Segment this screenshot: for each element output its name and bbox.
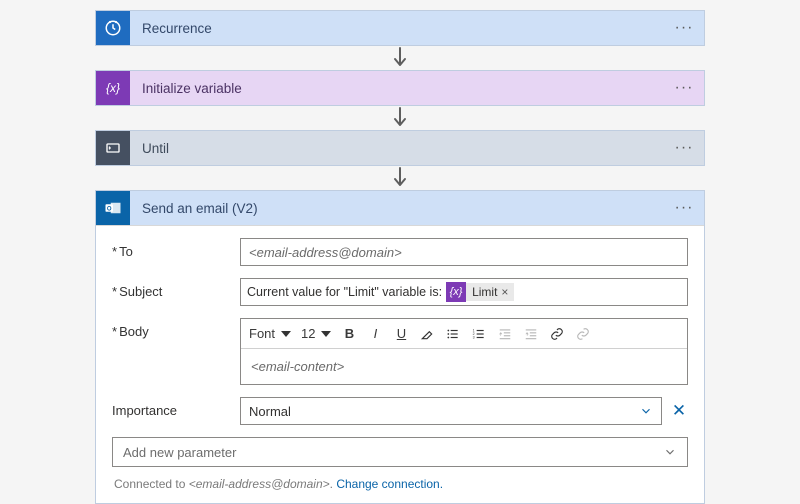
underline-button[interactable]: U	[389, 322, 413, 346]
ellipsis-icon[interactable]: ···	[664, 139, 704, 157]
svg-text:3: 3	[473, 335, 475, 339]
add-new-parameter[interactable]: Add new parameter	[112, 437, 688, 467]
font-size-value: 12	[301, 326, 315, 341]
clock-icon	[96, 11, 130, 45]
remove-parameter-button[interactable]: ✕	[670, 402, 688, 420]
italic-button[interactable]: I	[363, 322, 387, 346]
importance-value: Normal	[249, 404, 291, 419]
loop-icon	[96, 131, 130, 165]
indent-button[interactable]	[519, 322, 543, 346]
row-body: Body Font 12 B	[112, 318, 688, 385]
connected-to-label: Connected to	[114, 477, 189, 491]
label-to: To	[112, 238, 240, 259]
token-label-text: Limit	[472, 285, 497, 299]
step-title: Initialize variable	[130, 81, 664, 96]
outdent-button[interactable]	[493, 322, 517, 346]
token-limit[interactable]: {x} Limit ×	[446, 282, 514, 302]
chevron-down-icon	[639, 404, 653, 418]
variable-token-icon: {x}	[446, 282, 466, 302]
step-header-until[interactable]: Until ···	[96, 131, 704, 165]
step-title: Send an email (V2)	[130, 201, 664, 216]
row-subject: Subject Current value for "Limit" variab…	[112, 278, 688, 306]
link-button[interactable]	[545, 322, 569, 346]
step-title: Recurrence	[130, 21, 664, 36]
outlook-icon: O	[96, 191, 130, 225]
flow-arrow	[393, 166, 407, 190]
input-subject[interactable]: Current value for "Limit" variable is: {…	[240, 278, 688, 306]
step-title: Until	[130, 141, 664, 156]
variable-icon: {x}	[96, 71, 130, 105]
subject-text: Current value for "Limit" variable is:	[247, 285, 442, 299]
bold-button[interactable]: B	[337, 322, 361, 346]
font-label: Font	[249, 326, 275, 341]
number-list-button[interactable]: 123	[467, 322, 491, 346]
connection-footer: Connected to <email-address@domain>. Cha…	[112, 467, 688, 493]
step-initialize-variable[interactable]: {x} Initialize variable ···	[95, 70, 705, 106]
label-subject: Subject	[112, 278, 240, 299]
font-size-select[interactable]: 12	[297, 322, 335, 346]
input-to[interactable]: <email-address@domain>	[240, 238, 688, 266]
svg-text:O: O	[107, 206, 112, 212]
row-to: To <email-address@domain>	[112, 238, 688, 266]
connection-email: <email-address@domain>	[189, 477, 330, 491]
step-header-initvar[interactable]: {x} Initialize variable ···	[96, 71, 704, 105]
step-header-email[interactable]: O Send an email (V2) ···	[96, 191, 704, 225]
change-connection-link[interactable]: Change connection.	[336, 477, 443, 491]
step-header-recurrence[interactable]: Recurrence ···	[96, 11, 704, 45]
add-param-label: Add new parameter	[123, 445, 236, 460]
label-importance: Importance	[112, 397, 240, 418]
step-recurrence[interactable]: Recurrence ···	[95, 10, 705, 46]
highlight-button[interactable]	[415, 322, 439, 346]
input-body[interactable]: <email-content>	[241, 349, 687, 384]
ellipsis-icon[interactable]: ···	[664, 19, 704, 37]
unlink-button[interactable]	[571, 322, 595, 346]
ellipsis-icon[interactable]: ···	[664, 79, 704, 97]
flow-arrow	[393, 46, 407, 70]
chevron-down-icon	[663, 445, 677, 459]
step-send-email: O Send an email (V2) ··· To <email-addre…	[95, 190, 705, 504]
bullet-list-button[interactable]	[441, 322, 465, 346]
label-body: Body	[112, 318, 240, 339]
ellipsis-icon[interactable]: ···	[664, 199, 704, 217]
step-until[interactable]: Until ···	[95, 130, 705, 166]
flow-arrow	[393, 106, 407, 130]
row-importance: Importance Normal ✕	[112, 397, 688, 425]
select-importance[interactable]: Normal	[240, 397, 662, 425]
rte-toolbar: Font 12 B I U	[241, 319, 687, 349]
rich-text-editor: Font 12 B I U	[240, 318, 688, 385]
chevron-down-icon	[281, 331, 291, 337]
token-remove-icon[interactable]: ×	[501, 285, 508, 299]
email-card-body: To <email-address@domain> Subject Curren…	[96, 225, 704, 503]
chevron-down-icon	[321, 331, 331, 337]
font-select[interactable]: Font	[245, 322, 295, 346]
